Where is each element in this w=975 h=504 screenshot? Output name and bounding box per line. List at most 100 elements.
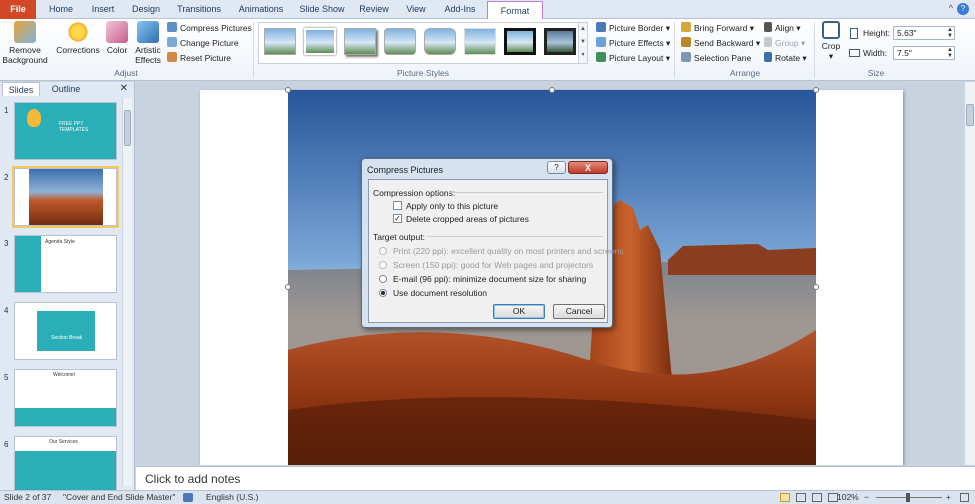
slide-number: 4 [4,306,9,315]
picture-border-button[interactable]: Picture Border ▾ [596,21,670,35]
picture-layout-label: Picture Layout [609,53,664,63]
zoom-slider-thumb[interactable] [906,493,910,502]
resize-handle[interactable] [813,284,819,290]
remove-background-button[interactable]: Remove Background [2,21,48,65]
picture-style-thumb[interactable] [264,28,296,55]
group-separator [253,22,254,78]
slide-scrollbar-thumb[interactable] [966,104,974,126]
reading-view-icon[interactable] [812,493,822,502]
slide-thumbnail-2[interactable] [12,166,119,228]
tab-view[interactable]: View [398,0,434,19]
tab-design[interactable]: Design [126,0,166,19]
tab-animations[interactable]: Animations [232,0,290,19]
ribbon-tab-bar: File Home Insert Design Transitions Anim… [0,0,975,20]
height-value: 5.63" [897,28,917,38]
resize-handle[interactable] [285,284,291,290]
print-radio[interactable] [379,247,387,255]
slide-thumbnail-list: 1 FREE PPT TEMPLATES 2 3 Agenda Style 4 … [0,98,120,490]
rotate-button[interactable]: Rotate ▾ [764,51,807,65]
height-spinner[interactable]: ▲ ▼ [947,27,953,39]
notes-pane[interactable]: Click to add notes [136,466,975,490]
picture-style-thumb[interactable] [304,28,336,55]
ok-button[interactable]: OK [493,304,545,319]
close-panel-icon[interactable]: ✕ [120,83,128,94]
height-field[interactable]: 5.63" ▲ ▼ [893,26,955,40]
language[interactable]: English (U.S.) [206,491,258,504]
apply-only-checkbox[interactable] [393,201,402,210]
zoom-level[interactable]: 102% [837,491,859,504]
zoom-out-icon[interactable]: − [864,491,869,504]
tab-file[interactable]: File [0,0,36,19]
panel-scrollbar[interactable] [122,98,132,486]
picture-style-thumb[interactable] [464,28,496,55]
picture-layout-button[interactable]: Picture Layout ▾ [596,51,670,65]
picture-style-thumb[interactable] [344,28,376,55]
slide-thumbnail-5[interactable]: Welcome! [14,369,117,427]
slide-thumbnail-1[interactable]: FREE PPT TEMPLATES [14,102,117,160]
panel-scrollbar-thumb[interactable] [124,110,131,146]
tab-home[interactable]: Home [42,0,80,19]
height-icon [850,28,858,39]
crop-button[interactable]: Crop ▾ [818,21,844,61]
tab-slides[interactable]: Slides [2,82,40,96]
tab-transitions[interactable]: Transitions [170,0,228,19]
selection-pane-button[interactable]: Selection Pane [681,51,751,65]
document-resolution-radio[interactable] [379,289,387,297]
dialog-close-button[interactable]: X [568,161,608,174]
picture-styles-gallery[interactable]: ▲ ▼ ▾ [258,22,588,64]
gallery-scroll[interactable]: ▲ ▼ ▾ [578,23,587,63]
picture-style-thumb[interactable] [504,28,536,55]
corrections-button[interactable]: Corrections [56,21,100,55]
change-picture-button[interactable]: Change Picture [167,36,239,50]
color-button[interactable]: Color [104,21,130,55]
artistic-effects-button[interactable]: Artistic Effects [133,21,163,65]
picture-effects-button[interactable]: Picture Effects ▾ [596,36,670,50]
height-label: Height: [863,28,890,38]
dialog-help-button[interactable]: ? [547,161,566,174]
thumb-title: Section Break [51,335,83,341]
tab-review[interactable]: Review [354,0,394,19]
tab-slide-show[interactable]: Slide Show [294,0,350,19]
picture-style-thumb[interactable] [424,28,456,55]
tab-format[interactable]: Format [487,1,543,20]
slide-scrollbar[interactable] [964,82,975,465]
compress-pictures-button[interactable]: Compress Pictures [167,21,252,35]
thumb-title: Agenda Style [45,239,75,245]
width-spinner[interactable]: ▲ ▼ [947,47,953,59]
tab-outline[interactable]: Outline [44,82,88,96]
resize-handle[interactable] [549,87,555,93]
email-option-label: E-mail (96 ppi): minimize document size … [393,274,587,284]
resize-handle[interactable] [813,87,819,93]
cancel-button[interactable]: Cancel [553,304,605,319]
minimize-ribbon-icon[interactable]: ^ [949,3,953,13]
picture-layout-icon [596,52,606,62]
slide-sorter-icon[interactable] [796,493,806,502]
spelling-check-icon[interactable] [183,493,193,502]
delete-cropped-checkbox[interactable]: ✓ [393,214,402,223]
zoom-in-icon[interactable]: + [946,491,951,504]
email-radio[interactable] [379,275,387,283]
slide-thumbnail-4[interactable]: Section Break [14,302,117,360]
picture-style-thumb[interactable] [384,28,416,55]
align-button[interactable]: Align ▾ [764,21,801,35]
fit-to-window-icon[interactable] [960,493,969,502]
tab-add-ins[interactable]: Add-Ins [438,0,482,19]
slide-thumbnail-3[interactable]: Agenda Style [14,235,117,293]
change-picture-icon [167,37,177,47]
group-button[interactable]: Group ▾ [764,36,805,50]
reset-picture-button[interactable]: Reset Picture [167,51,231,65]
slide-thumbnail-6[interactable]: Our Services [14,436,117,490]
normal-view-icon[interactable] [780,493,790,502]
slides-panel: Slides Outline ✕ 1 FREE PPT TEMPLATES 2 … [0,82,135,490]
send-backward-button[interactable]: Send Backward ▾ [681,36,760,50]
help-icon[interactable]: ? [957,3,969,15]
delete-cropped-label: Delete cropped areas of pictures [406,214,529,224]
change-picture-label: Change Picture [180,38,239,48]
picture-border-label: Picture Border [609,23,664,33]
bring-forward-button[interactable]: Bring Forward ▾ [681,21,754,35]
screen-radio[interactable] [379,261,387,269]
width-field[interactable]: 7.5" ▲ ▼ [893,46,955,60]
picture-style-thumb[interactable] [544,28,576,55]
tab-insert[interactable]: Insert [84,0,122,19]
resize-handle[interactable] [285,87,291,93]
